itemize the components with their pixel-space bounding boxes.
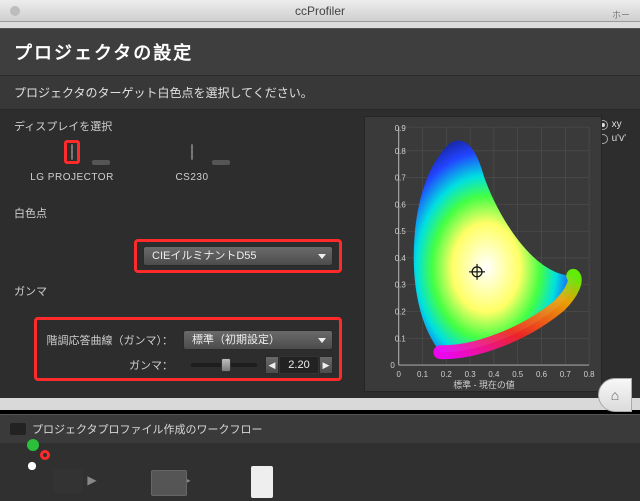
window-control-dot[interactable]: [10, 6, 20, 16]
chart-footer-label: 標準 - 現在の値: [453, 379, 514, 390]
white-point-value: CIEイルミナントD55: [152, 250, 257, 262]
home-button[interactable]: ⌂: [598, 378, 632, 412]
gamma-step-up[interactable]: ▶: [319, 356, 333, 374]
gamma-value-label: ガンマ：: [43, 357, 183, 373]
svg-text:0.3: 0.3: [395, 281, 407, 290]
white-point-highlight: CIEイルミナントD55: [134, 239, 342, 273]
chromaticity-panel: xy u'v' 0 0.10.20.30.40.50.60.70.80.9: [360, 110, 640, 398]
gamma-curve-value: 標準（初期設定）: [192, 334, 280, 346]
svg-text:0.2: 0.2: [441, 370, 452, 379]
white-point-dropdown[interactable]: CIEイルミナントD55: [143, 246, 333, 266]
home-button-label: ホー: [612, 8, 630, 21]
svg-text:0.8: 0.8: [584, 370, 596, 379]
page-subtitle: プロジェクタのターゲット白色点を選択してください。: [14, 86, 313, 100]
gamma-slider[interactable]: [191, 363, 257, 367]
monitor-icon: [71, 144, 73, 160]
workflow-step-projector-settings[interactable]: [10, 449, 80, 463]
workflow-body: ▶ ▶ プロジェクタの設定 測定 ICC プロファイル: [0, 443, 640, 501]
display-item-cs230[interactable]: CS230: [146, 140, 238, 183]
home-icon: ⌂: [611, 387, 619, 403]
gamma-highlight: 階調応答曲線（ガンマ）： 標準（初期設定） ガンマ： ◀ 2.20 ▶: [34, 317, 342, 381]
settings-panel: ディスプレイを選択 LG PROJECTOR CS230 白色点 CIEイルミナ…: [0, 110, 360, 398]
svg-text:0.5: 0.5: [395, 227, 407, 236]
gamma-value: 2.20: [279, 356, 319, 374]
svg-text:0.6: 0.6: [395, 200, 407, 209]
chevron-down-icon: [318, 254, 326, 259]
display-select-label: ディスプレイを選択: [14, 118, 350, 134]
chromaticity-chart: 0 0.1 0.2 0.3 0.4 0.5 0.6 0.7 0.8 0.9 0 0.1 0.2 0.3…: [364, 116, 602, 392]
display-item-lg-projector[interactable]: LG PROJECTOR: [26, 140, 118, 183]
slider-thumb-icon[interactable]: [221, 358, 231, 372]
white-point-label: 白色点: [14, 205, 350, 221]
arrow-icon: ▶: [80, 449, 104, 487]
svg-text:0.6: 0.6: [536, 370, 548, 379]
svg-text:0.9: 0.9: [395, 124, 407, 133]
mac-titlebar: ccProfiler: [0, 0, 640, 22]
svg-text:0.3: 0.3: [465, 370, 477, 379]
gamma-section-label: ガンマ: [14, 283, 350, 299]
display-item-label: LG PROJECTOR: [26, 172, 118, 183]
gamma-curve-label: 階調応答曲線（ガンマ）：: [43, 332, 183, 348]
app-title: ccProfiler: [0, 0, 640, 22]
svg-text:0.1: 0.1: [395, 334, 407, 343]
monitor-icon: [191, 144, 193, 160]
projector-small-icon: [10, 423, 26, 435]
gamma-slider-row: ガンマ： ◀ 2.20 ▶: [43, 356, 333, 374]
svg-text:0.4: 0.4: [488, 370, 500, 379]
display-item-label: CS230: [146, 172, 238, 183]
svg-text:0.1: 0.1: [417, 370, 429, 379]
svg-text:0.5: 0.5: [512, 370, 524, 379]
main-area: ディスプレイを選択 LG PROJECTOR CS230 白色点 CIEイルミナ…: [0, 110, 640, 398]
svg-text:0: 0: [390, 361, 395, 370]
svg-text:0.2: 0.2: [395, 307, 406, 316]
workflow-title: プロジェクタプロファイル作成のワークフロー: [32, 421, 263, 437]
chevron-down-icon: [318, 338, 326, 343]
svg-text:0.4: 0.4: [395, 254, 407, 263]
page-title-bar: プロジェクタの設定: [0, 28, 640, 76]
svg-text:0.8: 0.8: [395, 147, 407, 156]
svg-text:0: 0: [397, 370, 402, 379]
gamma-stepper: ◀ 2.20 ▶: [265, 356, 333, 374]
workflow-step-measure[interactable]: [104, 449, 174, 463]
svg-text:0.7: 0.7: [560, 370, 571, 379]
gamma-curve-dropdown[interactable]: 標準（初期設定）: [183, 330, 333, 350]
gamma-step-down[interactable]: ◀: [265, 356, 279, 374]
svg-text:0.7: 0.7: [395, 174, 406, 183]
workflow-step-icc-profile[interactable]: [198, 449, 268, 463]
page-title: プロジェクタの設定: [14, 39, 626, 65]
display-select-row: LG PROJECTOR CS230: [14, 140, 350, 183]
page-subtitle-bar: プロジェクタのターゲット白色点を選択してください。: [0, 76, 640, 110]
gamma-curve-row: 階調応答曲線（ガンマ）： 標準（初期設定）: [43, 330, 333, 350]
divider-gap: ⌂: [0, 398, 640, 406]
workflow-header: プロジェクタプロファイル作成のワークフロー: [0, 414, 640, 443]
